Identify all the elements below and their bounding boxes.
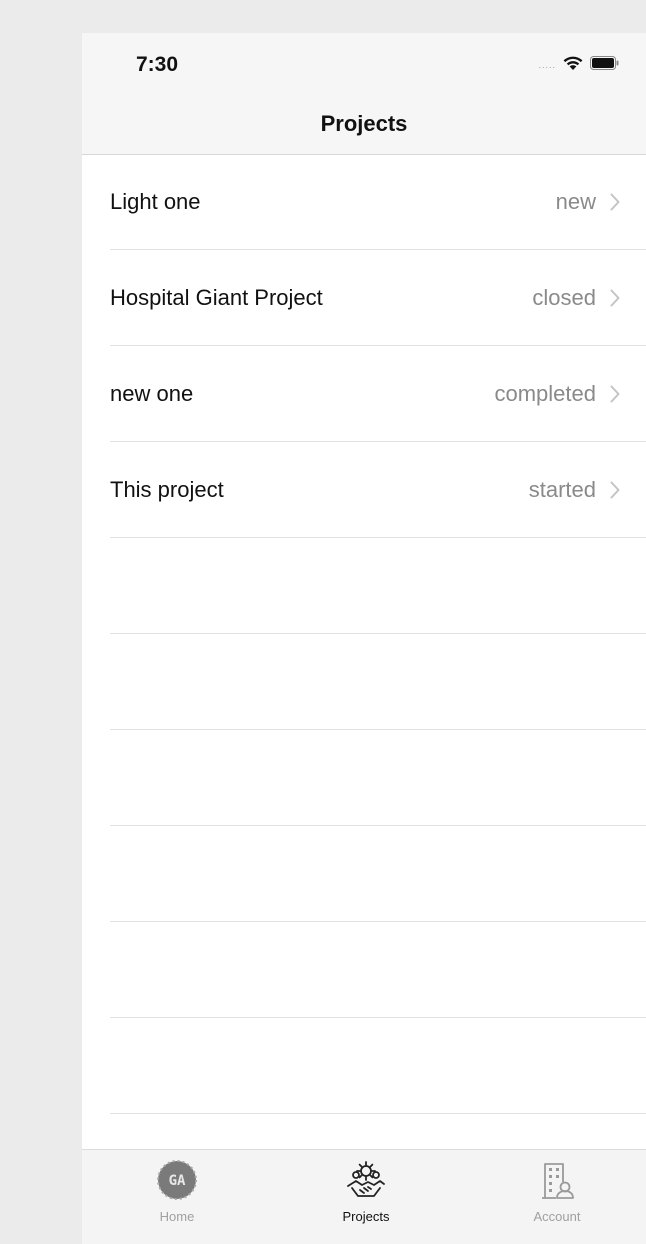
home-logo-icon: GA [155, 1158, 199, 1207]
chevron-right-icon [608, 384, 622, 404]
status-time: 7:30 [136, 53, 179, 76]
phone-screen: 7:30 ..... Projects Light one new Hospit… [82, 33, 646, 1244]
building-user-icon [535, 1158, 579, 1207]
tab-home[interactable]: GA Home [117, 1158, 237, 1224]
signal-icon: ..... [538, 60, 556, 70]
project-name: new one [110, 381, 194, 406]
navigation-header: 7:30 ..... Projects [82, 33, 646, 155]
empty-row [82, 730, 646, 826]
project-name: Hospital Giant Project [110, 285, 323, 310]
page-title: Projects [320, 111, 408, 136]
project-status: closed [532, 285, 596, 310]
tab-home-label: Home [159, 1209, 195, 1224]
project-list: Light one new Hospital Giant Project clo… [82, 154, 646, 1114]
chevron-right-icon [608, 288, 622, 308]
tab-projects[interactable]: Projects [306, 1158, 426, 1224]
chevron-right-icon [608, 192, 622, 212]
project-row-this-project[interactable]: This project started [82, 442, 646, 538]
empty-row [82, 1018, 646, 1114]
project-name: Light one [110, 189, 201, 214]
wifi-icon [562, 54, 584, 76]
handshake-gear-icon [344, 1158, 388, 1207]
chevron-right-icon [608, 480, 622, 500]
project-status: started [528, 477, 596, 502]
empty-row [82, 634, 646, 730]
home-logo-text: GA [169, 1173, 186, 1189]
status-icons: ..... [538, 55, 620, 75]
project-row-hospital-giant-project[interactable]: Hospital Giant Project closed [82, 250, 646, 346]
project-name: This project [110, 477, 224, 502]
battery-icon [590, 55, 620, 75]
project-status: completed [494, 381, 596, 406]
empty-row [82, 922, 646, 1018]
project-row-new-one[interactable]: new one completed [82, 346, 646, 442]
tab-account[interactable]: Account [497, 1158, 617, 1224]
project-status: new [555, 189, 596, 214]
tab-bar: GA Home Projects Account [82, 1149, 646, 1244]
tab-account-label: Account [533, 1209, 581, 1224]
project-row-light-one[interactable]: Light one new [82, 154, 646, 250]
empty-row [82, 538, 646, 634]
empty-row [82, 826, 646, 922]
tab-projects-label: Projects [342, 1209, 390, 1224]
